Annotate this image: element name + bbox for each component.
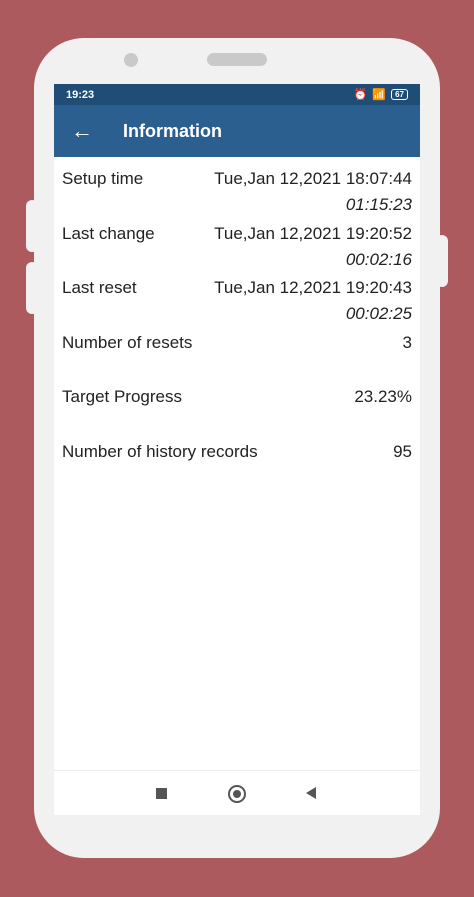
home-icon[interactable] — [228, 785, 246, 803]
app-bar: ← Information — [54, 105, 420, 157]
back-arrow-icon[interactable]: ← — [54, 105, 108, 157]
recents-icon[interactable] — [156, 788, 167, 799]
last-change-date: Tue,Jan 12,2021 19:20:52 — [214, 223, 412, 243]
setup-time-row: Setup time Tue,Jan 12,2021 18:07:44 01:1… — [62, 157, 412, 214]
last-change-label: Last change — [62, 223, 155, 243]
volume-down-button — [26, 262, 38, 314]
resets-label: Number of resets — [62, 332, 193, 352]
resets-value: 3 — [402, 332, 412, 352]
battery-icon: 67 — [391, 89, 408, 100]
nav-back-icon[interactable] — [306, 787, 316, 799]
last-reset-duration: 00:02:25 — [345, 304, 412, 323]
earpiece-speaker — [207, 53, 267, 66]
last-reset-label: Last reset — [62, 278, 137, 297]
setup-time-label: Setup time — [62, 169, 144, 188]
progress-label: Target Progress — [62, 387, 182, 406]
info-list: Setup time Tue,Jan 12,2021 18:07:44 01:1… — [54, 157, 420, 484]
resets-row: Number of resets 3 — [62, 321, 412, 376]
front-camera — [124, 53, 138, 67]
progress-value: 23.23% — [354, 387, 412, 406]
page-title: Information — [123, 120, 222, 141]
history-value: 95 — [393, 441, 412, 461]
volume-up-button — [26, 200, 38, 252]
setup-time-date: Tue,Jan 12,2021 18:07:44 — [214, 169, 412, 188]
history-row: Number of history records 95 — [62, 430, 412, 485]
last-reset-date: Tue,Jan 12,2021 19:20:43 — [214, 278, 412, 297]
power-button — [436, 235, 448, 287]
status-bar: 19:23 ⏰ 📶 67 — [54, 84, 420, 105]
screen: 19:23 ⏰ 📶 67 ← Information Setup time Tu… — [54, 84, 420, 815]
navigation-bar — [54, 770, 420, 815]
last-reset-row: Last reset Tue,Jan 12,2021 19:20:43 00:0… — [62, 266, 412, 323]
signal-icon: 📶 — [372, 89, 387, 101]
last-change-row: Last change Tue,Jan 12,2021 19:20:52 00:… — [62, 212, 412, 269]
status-time: 19:23 — [66, 88, 95, 101]
alarm-icon: ⏰ — [353, 89, 368, 101]
progress-row: Target Progress 23.23% — [62, 375, 412, 430]
history-label: Number of history records — [62, 441, 258, 461]
